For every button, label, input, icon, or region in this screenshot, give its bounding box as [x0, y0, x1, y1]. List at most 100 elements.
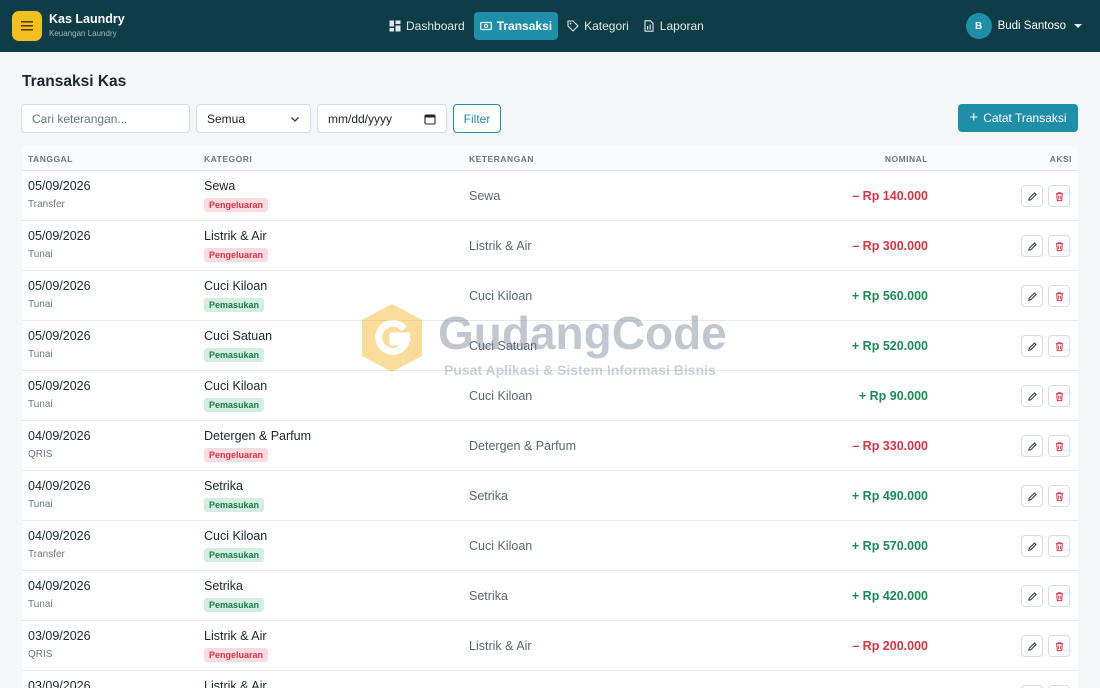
trash-icon — [1055, 441, 1063, 451]
edit-button[interactable] — [1021, 235, 1043, 257]
cell-date: 03/09/2026 — [28, 629, 91, 643]
header-category: KATEGORI — [204, 154, 253, 164]
delete-button[interactable] — [1048, 235, 1070, 257]
table-body: 05/09/2026 Transfer Sewa Pengeluaran Sewa – R… — [22, 171, 1078, 688]
nav-label: Transaksi — [496, 19, 553, 33]
header-description: KETERANGAN — [469, 154, 534, 164]
brand-title: Kas Laundry — [49, 12, 125, 26]
cell-category: Cuci Kiloan — [204, 529, 268, 543]
cell-payment-method: Tunai — [28, 399, 53, 410]
pencil-icon — [1027, 641, 1037, 651]
edit-button[interactable] — [1021, 435, 1043, 457]
trash-icon — [1055, 241, 1063, 251]
cell-description: Detergen & Parfum — [469, 439, 576, 453]
user-menu[interactable]: B Budi Santoso — [965, 13, 1082, 39]
edit-button[interactable] — [1021, 635, 1043, 657]
header-date: TANGGAL — [28, 154, 73, 164]
cell-description: Listrik & Air — [469, 639, 532, 653]
delete-button[interactable] — [1048, 535, 1070, 557]
menu-logo-icon — [12, 11, 42, 41]
nav-item-kategori[interactable]: Kategori — [562, 12, 634, 40]
delete-button[interactable] — [1048, 285, 1070, 307]
cell-payment-method: Transfer — [28, 549, 65, 560]
trash-icon — [1055, 641, 1063, 651]
cell-date: 03/09/2026 — [28, 679, 91, 688]
delete-button[interactable] — [1048, 435, 1070, 457]
cell-date: 05/09/2026 — [28, 229, 91, 243]
nav-item-dashboard[interactable]: Dashboard — [384, 12, 470, 40]
search-input[interactable] — [21, 104, 190, 133]
nav-item-transaksi[interactable]: Transaksi — [473, 12, 559, 40]
edit-button[interactable] — [1021, 585, 1043, 607]
type-select[interactable]: Semua — [196, 104, 311, 133]
pencil-icon — [1027, 291, 1037, 301]
delete-button[interactable] — [1048, 335, 1070, 357]
edit-button[interactable] — [1021, 285, 1043, 307]
nav-label: Laporan — [659, 19, 704, 33]
brand[interactable]: Kas Laundry Keuangan Laundry — [12, 11, 125, 41]
add-transaction-button[interactable]: + Catat Transaksi — [958, 104, 1078, 132]
cell-description: Setrika — [469, 589, 508, 603]
type-badge: Pengeluaran — [204, 448, 269, 462]
trash-icon — [1055, 341, 1063, 351]
nav-item-laporan[interactable]: Laporan — [638, 12, 709, 40]
cell-payment-method: Tunai — [28, 249, 53, 260]
header-amount: NOMINAL — [884, 154, 928, 164]
edit-button[interactable] — [1021, 185, 1043, 207]
cell-payment-method: Tunai — [28, 349, 53, 360]
cell-category: Setrika — [204, 579, 243, 593]
trash-icon — [1055, 491, 1063, 501]
edit-button[interactable] — [1021, 535, 1043, 557]
cell-amount: – Rp 200.000 — [852, 639, 928, 653]
main-nav: Dashboard Transaksi Kategori Laporan — [384, 12, 713, 40]
table-row: 04/09/2026 Tunai Setrika Pemasukan Setrika + … — [22, 571, 1078, 621]
table-row: 03/09/2026 Listrik & Air — [22, 671, 1078, 688]
tag-icon — [567, 20, 579, 32]
cell-date: 04/09/2026 — [28, 429, 91, 443]
pencil-icon — [1027, 541, 1037, 551]
cell-category: Cuci Kiloan — [204, 379, 268, 393]
cell-date: 04/09/2026 — [28, 479, 91, 493]
cell-payment-method: QRIS — [28, 449, 53, 460]
cell-payment-method: Tunai — [28, 499, 53, 510]
filter-button[interactable]: Filter — [453, 104, 501, 133]
chevron-down-icon — [291, 116, 299, 122]
delete-button[interactable] — [1048, 485, 1070, 507]
delete-button[interactable] — [1048, 585, 1070, 607]
type-badge: Pemasukan — [204, 298, 265, 312]
cell-description: Sewa — [469, 189, 501, 203]
edit-button[interactable] — [1021, 335, 1043, 357]
type-badge: Pemasukan — [204, 598, 265, 612]
cell-date: 05/09/2026 — [28, 279, 91, 293]
type-badge: Pemasukan — [204, 548, 265, 562]
delete-button[interactable] — [1048, 185, 1070, 207]
user-name: Budi Santoso — [997, 20, 1066, 32]
table-row: 04/09/2026 Transfer Cuci Kiloan Pemasukan Cu… — [22, 521, 1078, 571]
report-icon — [644, 20, 654, 32]
cell-amount: + Rp 490.000 — [851, 489, 928, 503]
page-title: Transaksi Kas — [22, 73, 127, 90]
cell-description: Listrik & Air — [469, 239, 532, 253]
cell-date: 04/09/2026 — [28, 579, 91, 593]
delete-button[interactable] — [1048, 635, 1070, 657]
type-badge: Pemasukan — [204, 498, 265, 512]
table-row: 05/09/2026 Tunai Listrik & Air Pengeluaran L… — [22, 221, 1078, 271]
pencil-icon — [1027, 591, 1037, 601]
table-row: 05/09/2026 Transfer Sewa Pengeluaran Sewa – R… — [22, 171, 1078, 221]
type-badge: Pengeluaran — [204, 248, 269, 262]
table-row: 04/09/2026 Tunai Setrika Pemasukan Setrika + … — [22, 471, 1078, 521]
date-input[interactable]: mm/dd/yyyy — [317, 104, 447, 133]
pencil-icon — [1027, 241, 1037, 251]
edit-button[interactable] — [1021, 485, 1043, 507]
calendar-icon — [424, 113, 436, 125]
avatar: B — [965, 13, 992, 39]
type-badge: Pengeluaran — [204, 648, 269, 662]
edit-button[interactable] — [1021, 385, 1043, 407]
table-row: 05/09/2026 Tunai Cuci Kiloan Pemasukan Cuci … — [22, 371, 1078, 421]
cell-category: Sewa — [204, 179, 236, 193]
cell-category: Detergen & Parfum — [204, 429, 311, 443]
trash-icon — [1055, 391, 1063, 401]
delete-button[interactable] — [1048, 385, 1070, 407]
cell-date: 04/09/2026 — [28, 529, 91, 543]
trash-icon — [1055, 191, 1063, 201]
